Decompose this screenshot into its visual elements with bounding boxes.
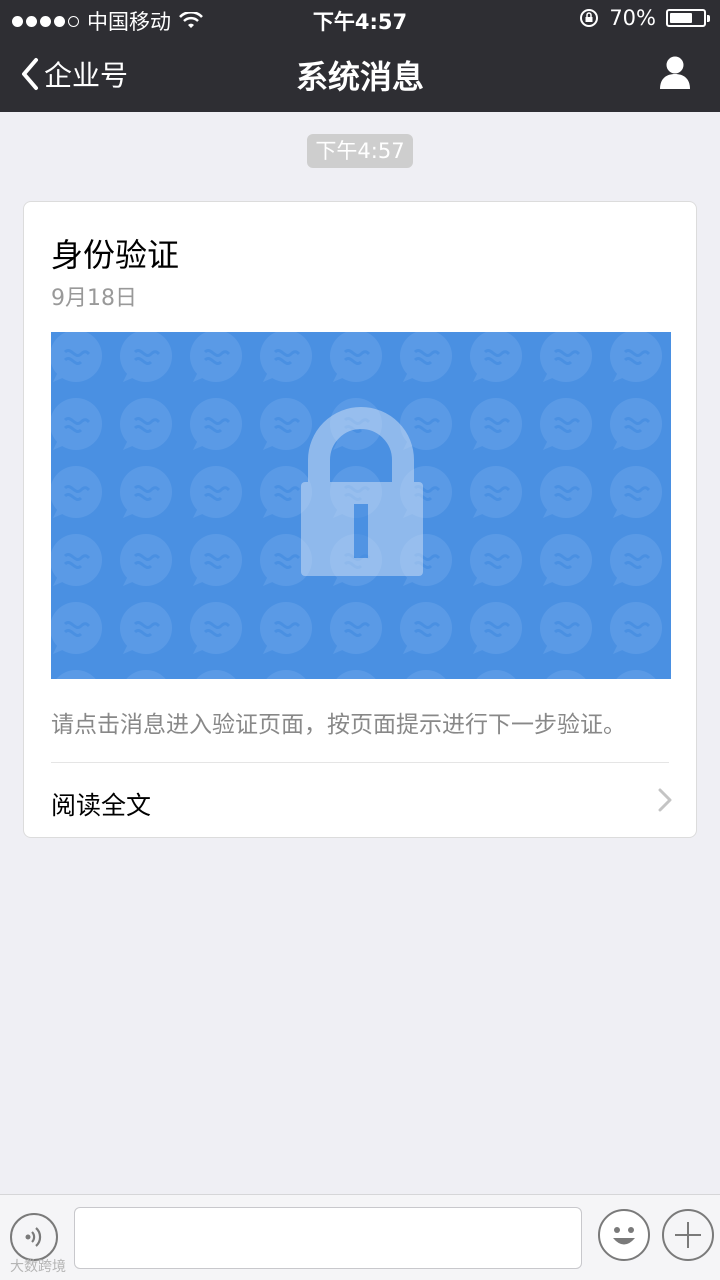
- message-card[interactable]: 身份验证 9月18日 请点击消息进入验证页面，按页面提示进行下一步验证。 阅读全…: [23, 201, 697, 838]
- lock-banner-graphic: [51, 332, 671, 679]
- card-description: 请点击消息进入验证页面，按页面提示进行下一步验证。: [51, 712, 626, 738]
- voice-icon: [25, 1227, 42, 1247]
- top-bar: 中国移动 下午4:57 70% 企业号 系统消息: [0, 0, 720, 112]
- read-more-link[interactable]: 阅读全文: [51, 786, 151, 822]
- message-timestamp: 下午4:57: [307, 134, 413, 168]
- voice-button[interactable]: [10, 1213, 58, 1261]
- smiley-icon: [613, 1227, 635, 1245]
- message-input-bar: [0, 1194, 720, 1280]
- status-bar: 中国移动 下午4:57 70%: [0, 0, 720, 38]
- card-divider: [51, 762, 669, 763]
- chevron-right-icon: [658, 788, 672, 812]
- navigation-bar: 企业号 系统消息: [0, 38, 720, 112]
- battery-icon: [666, 9, 710, 27]
- person-icon: [660, 56, 690, 89]
- message-text-input[interactable]: [74, 1207, 582, 1269]
- card-date: 9月18日: [51, 286, 137, 311]
- emoji-button[interactable]: [598, 1209, 650, 1261]
- page-title: 系统消息: [295, 58, 424, 96]
- battery-percent: 70%: [609, 6, 656, 30]
- battery-fill: [670, 13, 692, 23]
- card-banner-image: [51, 332, 671, 679]
- status-right: 70%: [579, 6, 710, 30]
- profile-button[interactable]: [658, 54, 692, 94]
- more-options-button[interactable]: [662, 1209, 714, 1261]
- rotation-lock-icon: [580, 9, 599, 27]
- watermark: 大数跨境: [10, 1259, 66, 1275]
- card-title: 身份验证: [51, 236, 180, 274]
